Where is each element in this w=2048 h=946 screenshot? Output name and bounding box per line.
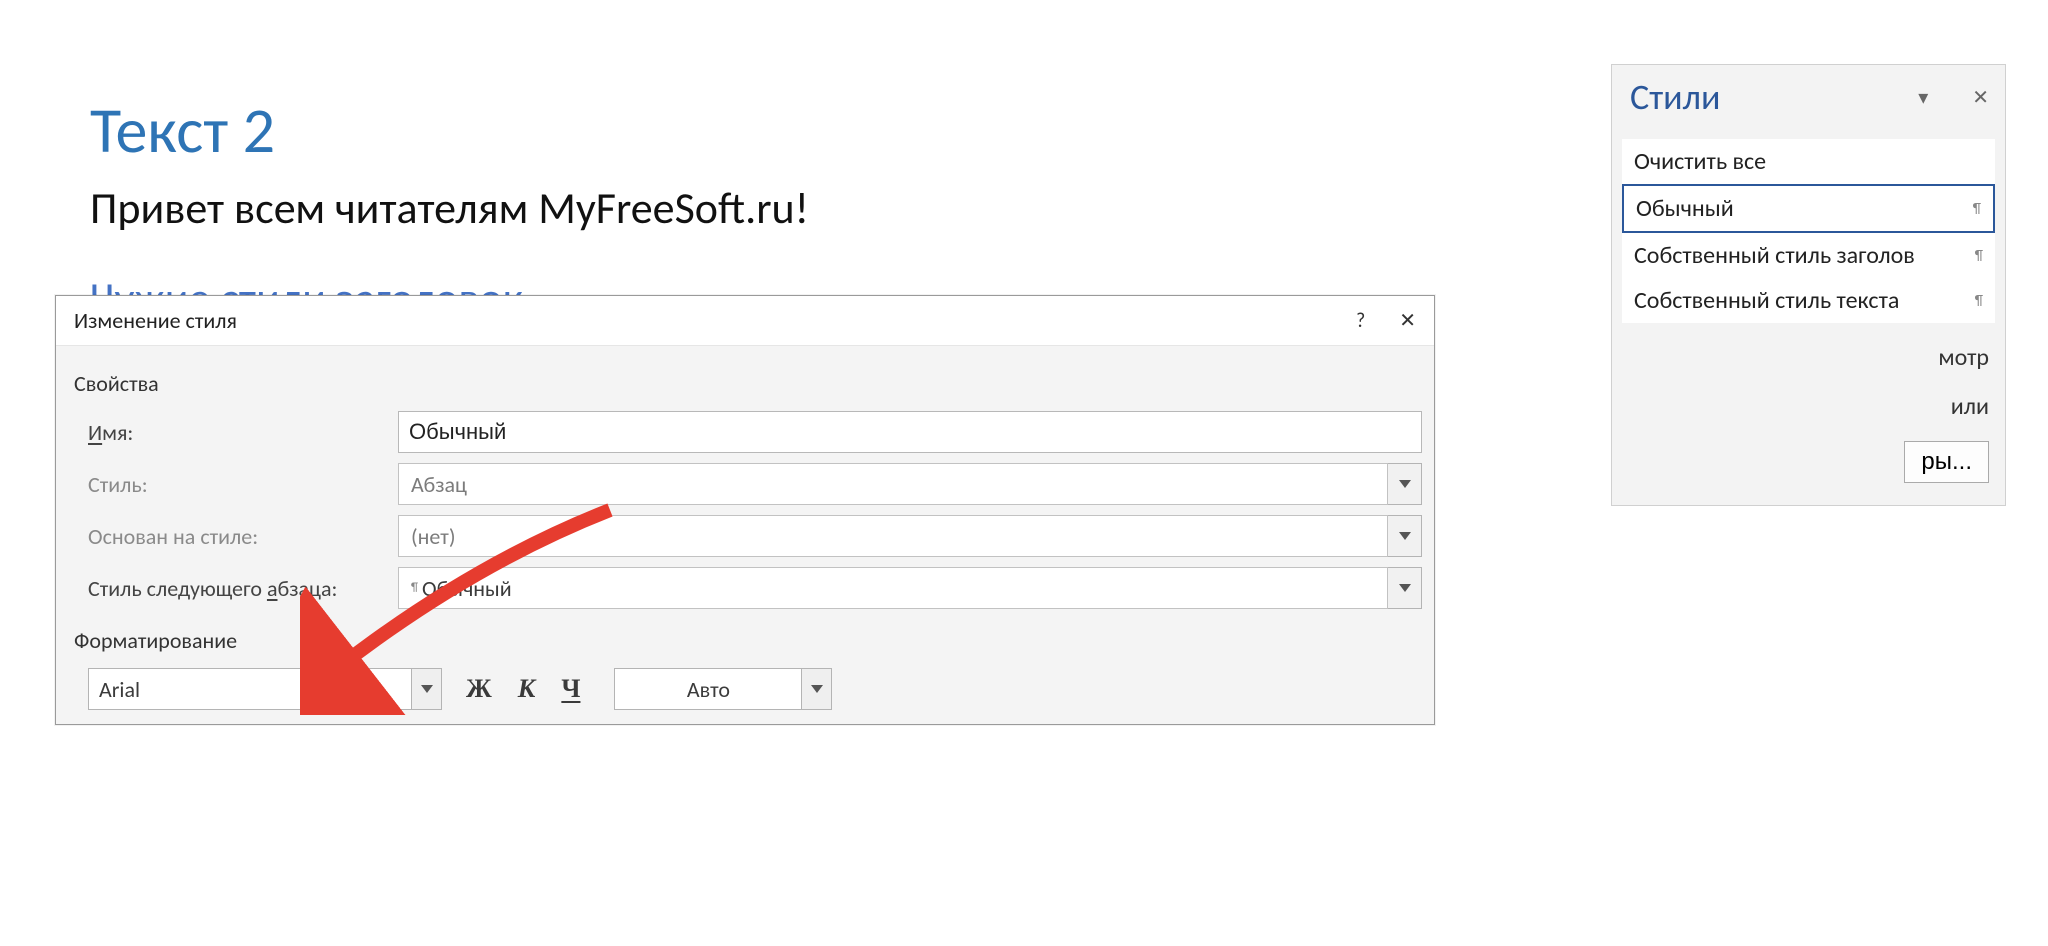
paragraph-mark-icon: ¶ (411, 581, 418, 595)
formatting-toolbar: Arial 18 Ж К Ч Авто (88, 668, 1422, 710)
font-size-dropdown-button[interactable] (412, 668, 442, 710)
based-on-combo[interactable]: (нет) (398, 515, 1422, 557)
font-style-toggles: Ж К Ч (466, 674, 580, 704)
chevron-down-icon (1399, 584, 1411, 592)
based-on-dropdown-button[interactable] (1388, 515, 1422, 557)
styles-item-custom-heading[interactable]: Собственный стиль заголов ¶ (1622, 233, 1995, 278)
formatting-section-label: Форматирование (74, 627, 1422, 654)
chevron-down-icon (315, 685, 327, 693)
doc-body: Привет всем читателям MyFreeSoft.ru! (90, 181, 1090, 235)
underline-toggle[interactable]: Ч (561, 674, 580, 704)
next-style-dropdown-button[interactable] (1388, 567, 1422, 609)
styles-pane-footer: мотр или ры... (1612, 329, 2005, 505)
dialog-titlebar: Изменение стиля ? ✕ (56, 296, 1434, 346)
paragraph-mark-icon: ¶ (1975, 247, 1983, 264)
modify-style-dialog: Изменение стиля ? ✕ Свойства Имя: Стиль:… (55, 295, 1435, 725)
bold-toggle[interactable]: Ж (466, 674, 492, 704)
paragraph-mark-icon: ¶ (1975, 292, 1983, 309)
styles-item-label: Собственный стиль заголов (1634, 241, 1915, 270)
row-name: Имя: (88, 411, 1422, 453)
properties-section-label: Свойства (74, 370, 1422, 397)
styles-item-normal[interactable]: Обычный ¶ (1622, 184, 1995, 233)
dialog-title: Изменение стиля (74, 307, 237, 334)
styles-item-clear-all[interactable]: Очистить все (1622, 139, 1995, 184)
next-style-value: ¶ Обычный (398, 567, 1388, 609)
next-style-combo[interactable]: ¶ Обычный (398, 567, 1422, 609)
row-next-style: Стиль следующего абзаца: ¶ Обычный (88, 567, 1422, 609)
dialog-close-button[interactable]: ✕ (1399, 308, 1416, 333)
style-type-dropdown-button (1388, 463, 1422, 505)
styles-pane-header: Стили ▾ ✕ (1612, 65, 2005, 139)
style-name-input[interactable] (398, 411, 1422, 453)
style-type-value: Абзац (398, 463, 1388, 505)
styles-item-label: Собственный стиль текста (1634, 286, 1899, 315)
document-area: Текст 2 Привет всем читателям MyFreeSoft… (90, 95, 1090, 325)
font-color-value: Авто (614, 668, 802, 710)
styles-pane-title: Стили (1630, 75, 1720, 119)
row-style-type: Стиль: Абзац (88, 463, 1422, 505)
dialog-help-button[interactable]: ? (1356, 309, 1365, 333)
font-color-dropdown-button[interactable] (802, 668, 832, 710)
styles-options-button[interactable]: ры... (1904, 441, 1989, 483)
doc-heading: Текст 2 (90, 95, 1090, 169)
styles-list: Очистить все Обычный ¶ Собственный стиль… (1622, 139, 1995, 323)
italic-toggle[interactable]: К (518, 674, 536, 704)
next-style-label: Стиль следующего абзаца: (88, 575, 398, 602)
styles-pane: Стили ▾ ✕ Очистить все Обычный ¶ Собстве… (1611, 64, 2006, 506)
font-size-value: 18 (346, 668, 412, 710)
dialog-body: Свойства Имя: Стиль: Абзац Основан на ст… (56, 346, 1434, 724)
chevron-down-icon (1399, 532, 1411, 540)
styles-pane-close-icon[interactable]: ✕ (1972, 85, 1989, 110)
styles-item-label: Очистить все (1634, 147, 1766, 176)
paragraph-mark-icon: ¶ (1973, 200, 1981, 217)
styles-footer-row1: мотр (1628, 333, 1989, 382)
chevron-down-icon (811, 685, 823, 693)
font-size-combo[interactable]: 18 (346, 668, 442, 710)
font-family-combo[interactable]: Arial (88, 668, 336, 710)
style-type-label: Стиль: (88, 471, 398, 498)
styles-item-custom-text[interactable]: Собственный стиль текста ¶ (1622, 278, 1995, 323)
styles-pane-menu-icon[interactable]: ▾ (1918, 85, 1928, 110)
chevron-down-icon (421, 685, 433, 693)
based-on-label: Основан на стиле: (88, 523, 398, 550)
font-family-value: Arial (88, 668, 306, 710)
chevron-down-icon (1399, 480, 1411, 488)
row-based-on: Основан на стиле: (нет) (88, 515, 1422, 557)
font-family-dropdown-button[interactable] (306, 668, 336, 710)
styles-footer-row2: или (1628, 382, 1989, 431)
name-label-rest: мя: (102, 419, 133, 446)
style-type-combo: Абзац (398, 463, 1422, 505)
font-color-combo[interactable]: Авто (614, 668, 832, 710)
based-on-value: (нет) (398, 515, 1388, 557)
styles-item-label: Обычный (1636, 194, 1734, 223)
